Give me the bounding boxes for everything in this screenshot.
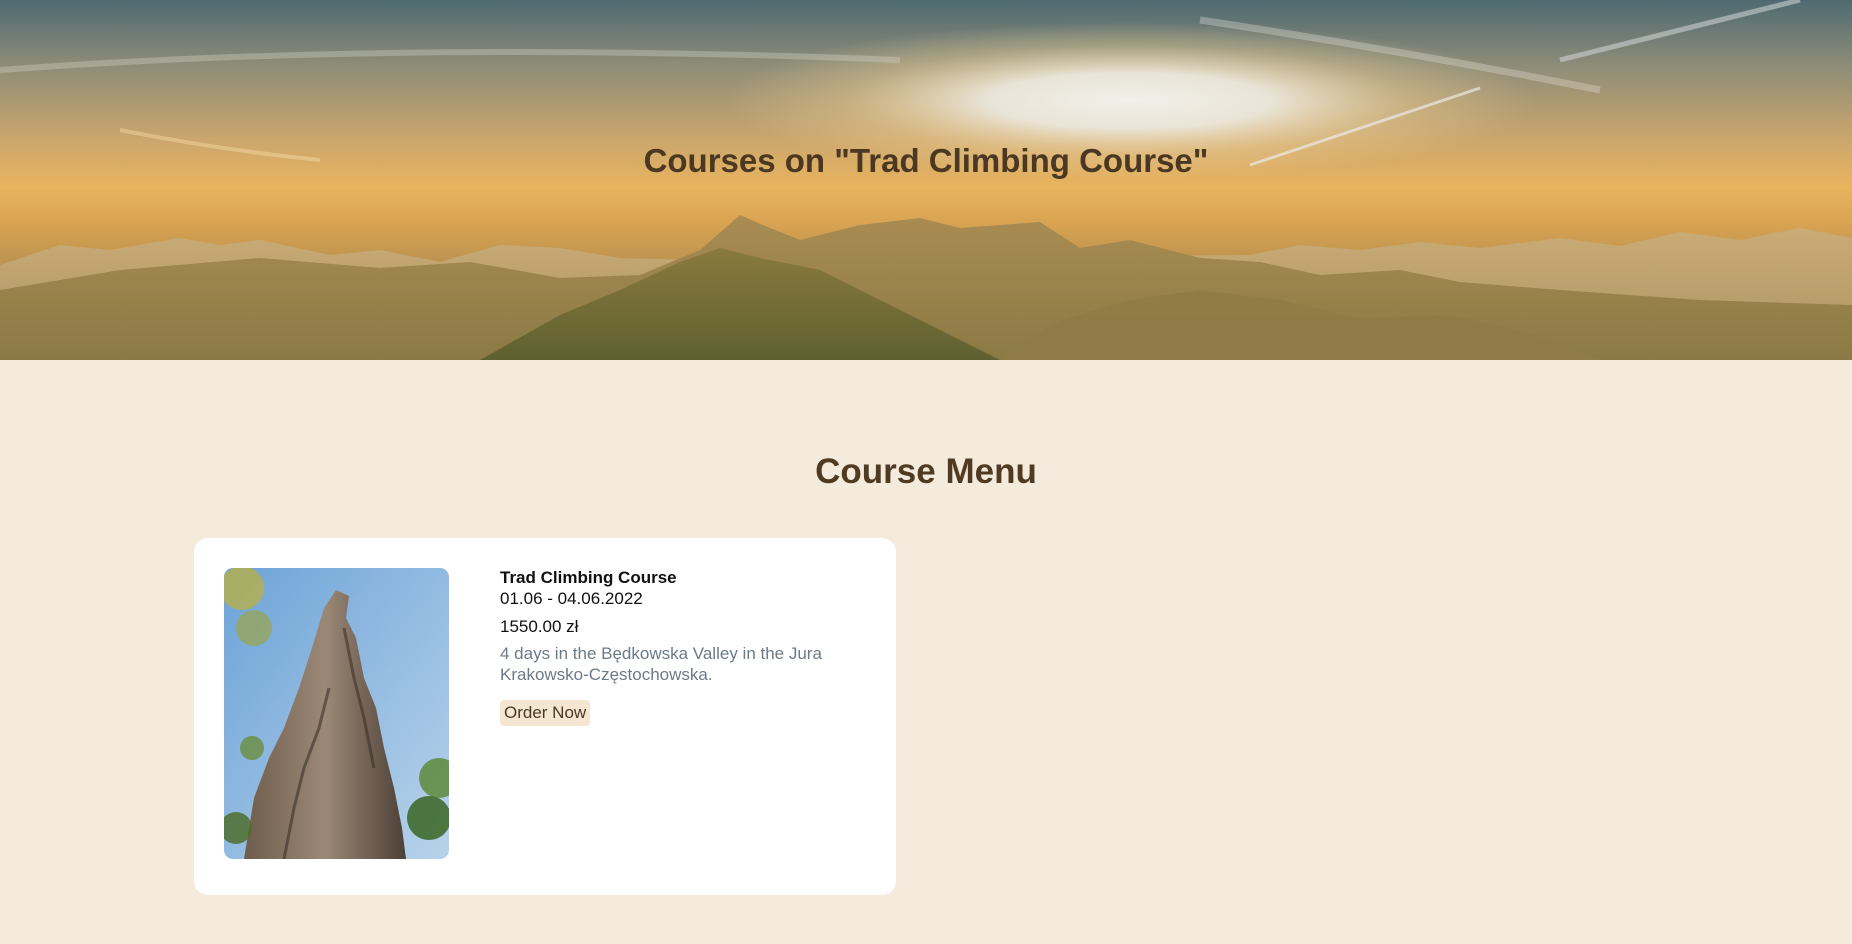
hero-title: Courses on "Trad Climbing Course" <box>643 142 1209 179</box>
order-now-button[interactable]: Order Now <box>500 700 591 726</box>
course-image <box>224 568 449 859</box>
course-price: 1550.00 zł <box>500 617 579 636</box>
course-details: Trad Climbing Course 01.06 - 04.06.2022 … <box>500 568 870 726</box>
course-menu-title: Course Menu <box>815 452 1037 491</box>
hero-banner: Courses on "Trad Climbing Course" <box>0 0 1852 360</box>
course-description: 4 days in the Będkowska Valley in the Ju… <box>500 644 822 684</box>
course-name: Trad Climbing Course <box>500 568 677 587</box>
hero-mountain-image <box>0 0 1852 360</box>
course-dates: 01.06 - 04.06.2022 <box>500 589 643 608</box>
course-card: Trad Climbing Course 01.06 - 04.06.2022 … <box>194 538 896 895</box>
